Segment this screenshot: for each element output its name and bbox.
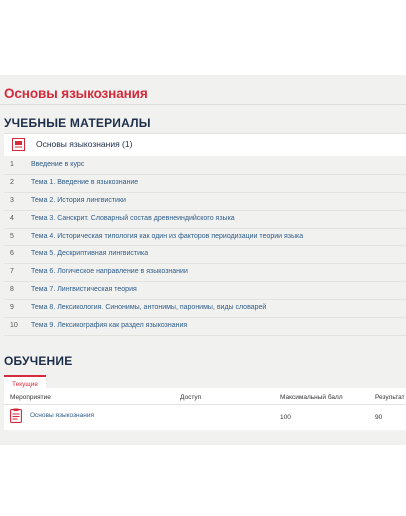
book-icon xyxy=(12,138,25,151)
topic-number: 6 xyxy=(10,250,14,258)
list-item[interactable]: 2 Тема 1. Введение в языкознание xyxy=(4,175,406,193)
topic-link[interactable]: Тема 4. Историческая типология как один … xyxy=(31,229,303,246)
topic-number: 9 xyxy=(10,304,14,312)
topic-link[interactable]: Тема 9. Лексикография как раздел языкозн… xyxy=(31,318,187,335)
learning-table: Мероприятие Доступ Максимальный балл Рез… xyxy=(4,388,406,430)
topic-link[interactable]: Тема 5. Дескриптивная лингвистика xyxy=(31,246,148,263)
page-title: Основы языкознания xyxy=(4,86,148,101)
topic-number: 2 xyxy=(10,178,14,186)
topic-link[interactable]: Тема 6. Логическое направление в языкозн… xyxy=(31,264,188,281)
materials-section-title: УЧЕБНЫЕ МАТЕРИАЛЫ xyxy=(4,116,151,130)
list-item[interactable]: 6 Тема 5. Дескриптивная лингвистика xyxy=(4,246,406,265)
list-item[interactable]: 5 Тема 4. Историческая типология как оди… xyxy=(4,229,406,247)
list-item[interactable]: 10 Тема 9. Лексикография как раздел язык… xyxy=(4,318,406,336)
topic-number: 4 xyxy=(10,214,14,222)
column-header-event: Мероприятие xyxy=(10,394,51,401)
topic-number: 7 xyxy=(10,268,14,276)
column-header-result: Результат xyxy=(375,394,405,401)
title-divider xyxy=(0,104,406,105)
topic-number: 10 xyxy=(10,322,18,330)
topic-link[interactable]: Тема 3. Санскрит. Словарный состав древн… xyxy=(31,211,235,228)
topic-link[interactable]: Тема 8. Лексикология. Синонимы, антонимы… xyxy=(31,300,266,317)
list-item[interactable]: 3 Тема 2. История лингвистики xyxy=(4,193,406,211)
topic-link[interactable]: Тема 2. История лингвистики xyxy=(31,193,126,210)
clipboard-icon xyxy=(10,408,22,423)
max-score-value: 100 xyxy=(280,414,291,421)
column-header-access: Доступ xyxy=(180,394,202,401)
header-divider xyxy=(4,404,406,405)
list-item[interactable]: 8 Тема 7. Лингвистическая теория xyxy=(4,282,406,301)
topic-number: 8 xyxy=(10,286,14,294)
topic-link[interactable]: Тема 1. Введение в языкознание xyxy=(31,175,138,192)
course-title: Основы языкознания (1) xyxy=(36,139,133,149)
event-link[interactable]: Основы языкознания xyxy=(30,412,94,419)
result-value: 90 xyxy=(375,414,383,421)
list-item[interactable]: 7 Тема 6. Логическое направление в языко… xyxy=(4,264,406,283)
learning-section-title: ОБУЧЕНИЕ xyxy=(4,354,73,368)
topic-number: 1 xyxy=(10,161,14,168)
list-item[interactable]: 1 Введение в курс xyxy=(4,157,406,175)
course-header[interactable]: Основы языкознания (1) xyxy=(4,133,406,156)
column-header-max-score: Максимальный балл xyxy=(280,394,343,401)
topic-number: 5 xyxy=(10,232,14,240)
topic-link[interactable]: Введение в курс xyxy=(31,157,84,174)
list-item[interactable]: 9 Тема 8. Лексикология. Синонимы, антони… xyxy=(4,300,406,319)
topic-link[interactable]: Тема 7. Лингвистическая теория xyxy=(31,282,137,299)
topic-number: 3 xyxy=(10,196,14,204)
topic-list: 1 Введение в курс 2 Тема 1. Введение в я… xyxy=(4,157,406,336)
list-item[interactable]: 4 Тема 3. Санскрит. Словарный состав дре… xyxy=(4,211,406,229)
